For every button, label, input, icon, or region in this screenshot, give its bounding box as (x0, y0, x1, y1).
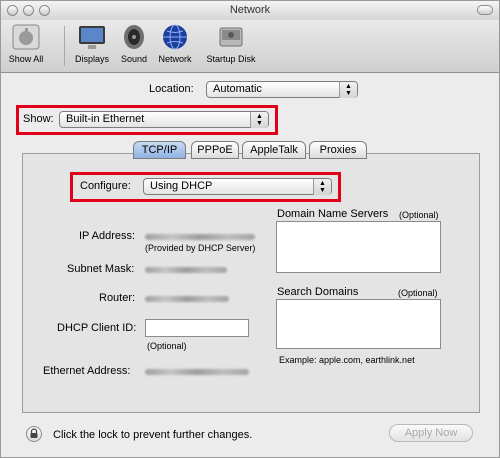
dhcp-client-id-note: (Optional) (147, 341, 187, 351)
tab-label: Proxies (319, 144, 357, 156)
tab-proxies[interactable]: Proxies (309, 141, 367, 159)
tab-label: AppleTalk (250, 144, 298, 156)
toolbar: Show All Displays Sound Network Startup … (1, 20, 499, 73)
tab-label: PPPoE (197, 144, 233, 156)
lock-message: Click the lock to prevent further change… (53, 429, 253, 441)
title-bar: Network (1, 1, 499, 21)
show-popup[interactable]: Built-in Ethernet ▲ ▼ (59, 111, 269, 128)
search-domains-optional-note: (Optional) (398, 288, 438, 298)
ip-address-label: IP Address: (79, 230, 136, 242)
lock-button[interactable] (26, 426, 42, 442)
search-domains-field[interactable] (276, 299, 441, 349)
toolbar-network[interactable]: Network (155, 22, 195, 64)
toolbar-label-displays: Displays (74, 54, 109, 64)
dhcp-client-id-field[interactable] (145, 319, 249, 337)
search-domains-label: Search Domains (277, 286, 359, 298)
configure-value: Using DHCP (150, 180, 213, 192)
toolbar-toggle-button[interactable] (477, 5, 493, 15)
router-value-redacted (145, 296, 229, 302)
toolbar-startup-disk[interactable]: Startup Disk (200, 22, 262, 64)
apple-grid-icon (10, 22, 42, 52)
dns-servers-field[interactable] (276, 221, 441, 273)
dhcp-client-id-label: DHCP Client ID: (57, 322, 137, 334)
ethernet-address-label: Ethernet Address: (43, 365, 131, 377)
ip-address-note: (Provided by DHCP Server) (145, 243, 256, 253)
router-label: Router: (99, 292, 136, 304)
location-label: Location: (149, 83, 194, 95)
subnet-mask-value-redacted (145, 267, 227, 273)
location-value: Automatic (213, 83, 262, 95)
speaker-icon (118, 22, 150, 52)
tab-tcp-ip[interactable]: TCP/IP (133, 141, 186, 159)
configure-label: Configure: (80, 180, 131, 192)
toolbar-separator (64, 26, 65, 66)
popup-arrows-icon: ▲ ▼ (250, 112, 268, 128)
tab-pppoe[interactable]: PPPoE (191, 141, 239, 159)
search-domains-example: Example: apple.com, earthlink.net (279, 355, 415, 365)
apply-now-button[interactable]: Apply Now (389, 424, 473, 442)
toolbar-label-sound: Sound (120, 54, 148, 64)
popup-arrows-icon: ▲ ▼ (339, 82, 357, 98)
popup-arrows-icon: ▲ ▼ (313, 179, 331, 195)
toolbar-label-show-all: Show All (8, 54, 44, 64)
network-preferences-window: Network Show All Displays Sound Network … (0, 0, 500, 458)
display-icon (76, 22, 108, 52)
hard-disk-icon (215, 22, 247, 52)
subnet-mask-label: Subnet Mask: (67, 263, 135, 275)
toolbar-label-startup-disk: Startup Disk (206, 54, 256, 64)
show-value: Built-in Ethernet (66, 113, 145, 125)
toolbar-label-network: Network (158, 54, 192, 64)
window-title: Network (229, 4, 271, 16)
toolbar-sound[interactable]: Sound (117, 22, 151, 64)
configure-popup[interactable]: Using DHCP ▲ ▼ (143, 178, 332, 195)
toolbar-show-all[interactable]: Show All (7, 22, 45, 64)
show-label: Show: (23, 113, 54, 125)
dns-label: Domain Name Servers (277, 208, 389, 220)
location-popup[interactable]: Automatic ▲ ▼ (206, 81, 358, 98)
dns-optional-note: (Optional) (399, 210, 439, 220)
globe-icon (159, 22, 191, 52)
ethernet-address-value-redacted (145, 369, 249, 375)
tab-appletalk[interactable]: AppleTalk (242, 141, 306, 159)
ip-address-value-redacted (145, 234, 255, 240)
tab-label: TCP/IP (141, 144, 178, 156)
lock-icon (30, 428, 38, 438)
toolbar-displays[interactable]: Displays (72, 22, 112, 64)
